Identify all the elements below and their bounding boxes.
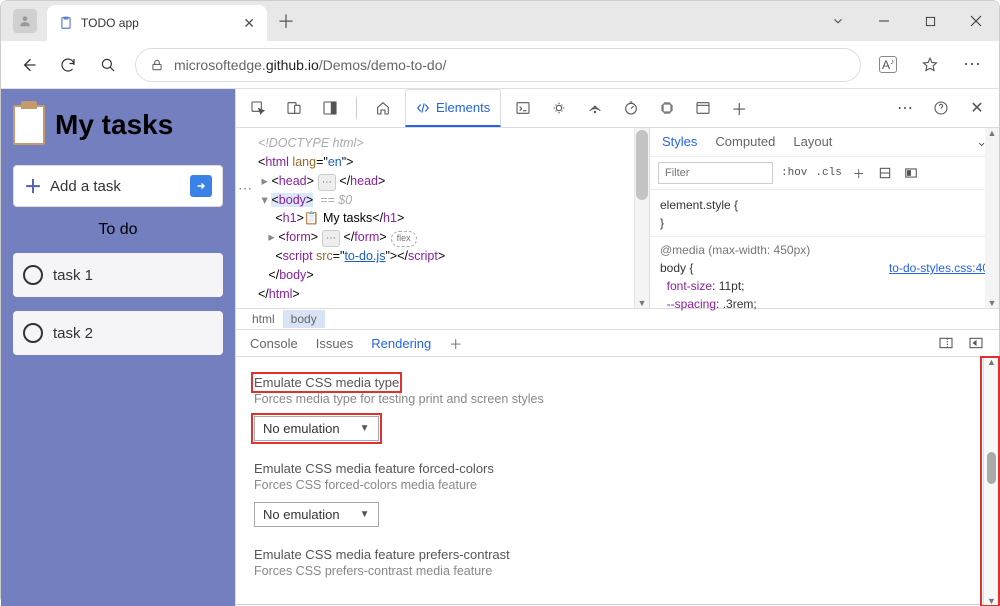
- close-window-button[interactable]: [953, 1, 999, 41]
- computed-sidebar-icon[interactable]: [876, 164, 894, 182]
- flexbox-overlay-icon[interactable]: [902, 164, 920, 182]
- performance-tab-icon[interactable]: [617, 94, 645, 122]
- device-toggle-icon[interactable]: [280, 94, 308, 122]
- browser-toolbar: microsoftedge.github.io/Demos/demo-to-do…: [1, 41, 999, 89]
- address-bar[interactable]: microsoftedge.github.io/Demos/demo-to-do…: [135, 48, 861, 82]
- styles-filter-input[interactable]: [658, 162, 773, 184]
- console-tab-icon[interactable]: [509, 94, 537, 122]
- layout-subtab[interactable]: Layout: [793, 134, 832, 150]
- window-titlebar: TODO app ✕ ＋: [1, 1, 999, 41]
- drawer-tabs: Console Issues Rendering ＋: [236, 330, 999, 357]
- tab-title: TODO app: [81, 16, 235, 30]
- browser-menu-button[interactable]: ⋯: [959, 52, 985, 78]
- page-title: My tasks: [55, 109, 173, 141]
- task-label: task 1: [53, 267, 93, 284]
- minimize-button[interactable]: [861, 1, 907, 41]
- caret-down-icon[interactable]: [815, 1, 861, 41]
- styles-panel: Styles Computed Layout ⌄ :hov .cls ＋ ele…: [649, 128, 999, 308]
- task-radio[interactable]: [23, 323, 43, 343]
- maximize-button[interactable]: [907, 1, 953, 41]
- new-style-rule-icon[interactable]: ＋: [850, 164, 868, 182]
- refresh-button[interactable]: [55, 52, 81, 78]
- elements-tab[interactable]: Elements: [405, 89, 501, 127]
- task-label: task 2: [53, 325, 93, 342]
- lock-icon: [150, 58, 164, 72]
- dom-scrollbar[interactable]: ▲ ▼: [634, 128, 649, 308]
- favorite-button[interactable]: [917, 52, 943, 78]
- issues-drawer-tab[interactable]: Issues: [316, 336, 354, 351]
- tab-favicon-icon: [59, 16, 73, 30]
- prefers-contrast-desc: Forces CSS prefers-contrast media featur…: [254, 564, 981, 578]
- devtools-panel: Elements ＋ ⋯ ✕ ⋯ <!DOCTYPE html> <html l…: [235, 89, 999, 606]
- drawer-scrollbar[interactable]: ▲ ▼: [983, 357, 999, 606]
- task-radio[interactable]: [23, 265, 43, 285]
- cls-toggle[interactable]: .cls: [815, 167, 841, 179]
- stylesheet-link[interactable]: to-do-styles.css:40: [889, 259, 989, 277]
- emulate-media-type-select[interactable]: No emulation▼: [254, 416, 379, 441]
- add-task-placeholder: Add a task: [50, 178, 182, 195]
- styles-scrollbar[interactable]: ▲ ▼: [985, 128, 999, 308]
- search-button[interactable]: [95, 52, 121, 78]
- new-tab-button[interactable]: ＋: [267, 8, 305, 34]
- welcome-tab-icon[interactable]: [369, 94, 397, 122]
- drawer-expand-icon[interactable]: [937, 334, 955, 352]
- add-tab-button[interactable]: ＋: [725, 94, 753, 122]
- dock-icon[interactable]: [316, 94, 344, 122]
- forced-colors-label: Emulate CSS media feature forced-colors: [254, 461, 981, 476]
- tab-close-button[interactable]: ✕: [243, 15, 255, 32]
- task-item[interactable]: task 2: [13, 311, 223, 355]
- rendering-drawer-tab[interactable]: Rendering: [371, 336, 431, 351]
- emulate-media-type-label: Emulate CSS media type: [254, 375, 399, 390]
- help-icon[interactable]: [927, 94, 955, 122]
- crumb-html[interactable]: html: [244, 310, 283, 328]
- network-tab-icon[interactable]: [581, 94, 609, 122]
- inspect-icon[interactable]: [244, 94, 272, 122]
- computed-subtab[interactable]: Computed: [715, 134, 775, 150]
- styles-subtab[interactable]: Styles: [662, 134, 697, 150]
- url-text: microsoftedge.github.io/Demos/demo-to-do…: [174, 57, 446, 73]
- drawer-collapse-icon[interactable]: [967, 334, 985, 352]
- add-drawer-tab-button[interactable]: ＋: [449, 334, 462, 353]
- crumb-body[interactable]: body: [283, 310, 325, 328]
- devtools-toolbar: Elements ＋ ⋯ ✕: [236, 89, 999, 128]
- browser-tab[interactable]: TODO app ✕: [47, 5, 267, 41]
- add-task-input[interactable]: ＋ Add a task: [13, 165, 223, 207]
- plus-icon: ＋: [24, 173, 42, 199]
- profile-icon[interactable]: [13, 9, 37, 33]
- console-drawer-tab[interactable]: Console: [250, 336, 298, 351]
- memory-tab-icon[interactable]: [653, 94, 681, 122]
- read-aloud-icon[interactable]: A♪: [875, 52, 901, 78]
- section-heading: To do: [13, 221, 223, 239]
- devtools-close-button[interactable]: ✕: [963, 94, 991, 122]
- forced-colors-desc: Forces CSS forced-colors media feature: [254, 478, 981, 492]
- dom-tree[interactable]: ⋯ <!DOCTYPE html> <html lang="en"> ▸<hea…: [236, 128, 649, 308]
- sources-tab-icon[interactable]: [545, 94, 573, 122]
- application-tab-icon[interactable]: [689, 94, 717, 122]
- back-button[interactable]: [15, 52, 41, 78]
- clipboard-icon: [13, 105, 45, 145]
- prefers-contrast-label: Emulate CSS media feature prefers-contra…: [254, 547, 981, 562]
- dom-line-menu-icon[interactable]: ⋯: [238, 180, 253, 197]
- webpage-viewport: My tasks ＋ Add a task To do task 1 task …: [1, 89, 235, 606]
- forced-colors-select[interactable]: No emulation▼: [254, 502, 379, 527]
- submit-icon[interactable]: [190, 175, 212, 197]
- hov-toggle[interactable]: :hov: [781, 167, 807, 179]
- task-item[interactable]: task 1: [13, 253, 223, 297]
- rendering-panel: Emulate CSS media type Forces media type…: [236, 357, 999, 606]
- emulate-media-type-desc: Forces media type for testing print and …: [254, 392, 981, 406]
- devtools-menu-button[interactable]: ⋯: [891, 94, 919, 122]
